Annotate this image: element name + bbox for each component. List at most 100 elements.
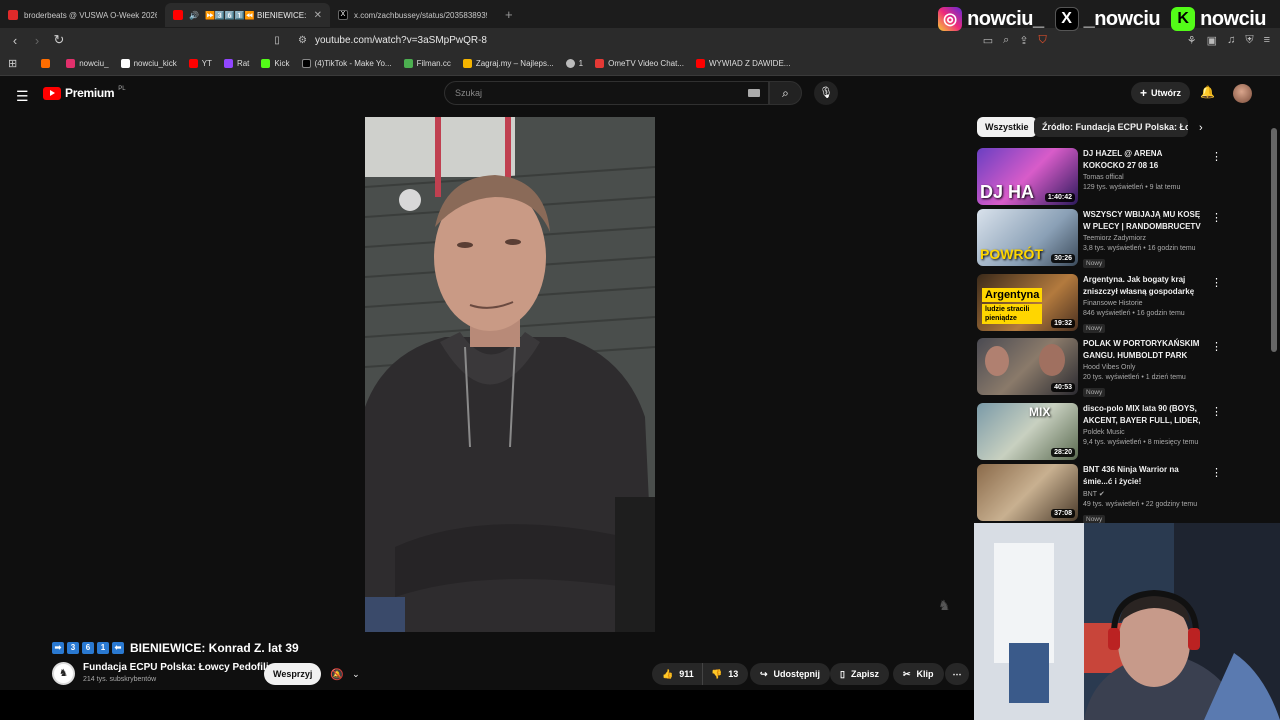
duration-badge: 40:53 <box>1051 383 1075 392</box>
mic-icon: 🎙 <box>819 87 833 99</box>
bookmark-item[interactable]: Zagraj.my – Najleps... <box>462 59 554 68</box>
logo-text: Premium <box>65 86 115 100</box>
apps-grid-icon[interactable]: ⊞ <box>8 57 17 70</box>
recommended-item[interactable]: DJ HA 1:40:42 DJ HAZEL @ ARENA KOKOCKO 2… <box>977 148 1267 206</box>
chip-source[interactable]: Źródło: Fundacja ECPU Polska: Łowcy Pedo… <box>1034 117 1188 137</box>
create-button[interactable]: + Utwórz <box>1131 82 1191 104</box>
reload-icon[interactable]: ↻ <box>48 32 70 48</box>
youtube-play-icon <box>43 86 61 100</box>
more-vert-icon[interactable]: ⋮ <box>1211 466 1222 479</box>
like-count: 911 <box>679 669 694 679</box>
bookmark-item[interactable]: Rat <box>223 59 249 68</box>
support-button[interactable]: Wesprzyj <box>264 663 322 685</box>
instagram-handle: nowciu_ <box>967 7 1044 30</box>
hamburger-menu-icon[interactable]: ☰ <box>16 88 29 105</box>
youtube-favicon-icon <box>173 10 183 20</box>
create-label: Utwórz <box>1151 88 1182 98</box>
speaker-icon[interactable]: 🔊 <box>189 11 199 20</box>
like-button[interactable]: 👍 911 <box>652 663 702 685</box>
forward-icon[interactable]: › <box>26 33 48 48</box>
notification-bell-button[interactable]: 🔕 ⌄ <box>323 663 367 685</box>
tab-x-status[interactable]: X x.com/zachbussey/status/2035838939 <box>330 3 495 27</box>
more-vert-icon[interactable]: ⋮ <box>1211 150 1222 163</box>
video-thumbnail[interactable]: POWRÓT 30:26 <box>977 209 1078 266</box>
site-info-icon[interactable]: ⚙ <box>298 35 307 46</box>
verified-icon: ✔ <box>1098 491 1105 498</box>
scrollbar[interactable] <box>1271 128 1277 352</box>
rec-meta: 9,4 tys. wyświetleń • 8 miesięcy temu <box>1083 439 1199 446</box>
rec-channel: Finansowe Historie <box>1083 300 1143 307</box>
recommended-item[interactable]: 40:53 POLAK W PORTORYKAŃSKIM GANGU. HUMB… <box>977 338 1267 397</box>
recommended-item[interactable]: MIX 28:20 disco-polo MIX lata 90 (BOYS, … <box>977 403 1267 461</box>
video-thumbnail[interactable]: Argentyna ludzie stracili pieniądze 19:3… <box>977 274 1078 331</box>
video-thumbnail[interactable]: DJ HA 1:40:42 <box>977 148 1078 205</box>
video-thumbnail[interactable]: 40:53 <box>977 338 1078 395</box>
duration-badge: 28:20 <box>1051 448 1075 457</box>
bookmark-item[interactable]: 1 <box>565 59 583 68</box>
save-label: Zapisz <box>850 669 879 679</box>
bookmark-item[interactable]: YT <box>188 59 212 68</box>
bookmark-item[interactable]: Kick <box>261 59 290 68</box>
chevron-down-icon: ⌄ <box>352 668 360 679</box>
bookmark-item[interactable]: OmeTV Video Chat... <box>595 59 684 68</box>
rec-channel: Poldek Music <box>1083 429 1125 436</box>
share-arrow-icon: ↪ <box>760 668 768 679</box>
duration-badge: 37:08 <box>1051 509 1075 518</box>
channel-avatar[interactable]: ♞ <box>52 662 75 685</box>
thumbs-up-icon: 👍 <box>662 668 674 679</box>
save-button[interactable]: ▯ Zapisz <box>830 663 889 685</box>
bookmark-item[interactable] <box>41 59 54 68</box>
avatar[interactable] <box>1233 84 1252 103</box>
bookmark-item[interactable]: (4)TikTok - Make Yo... <box>301 59 392 68</box>
recommended-item[interactable]: POWRÓT 30:26 WSZYSCY WBIJAJĄ MU KOSĘ W P… <box>977 209 1267 268</box>
tab-bieniewice[interactable]: 🔊 ⏩3️⃣6️⃣1️⃣⏪ BIENIEWICE: Konrad Z. lat … <box>165 3 330 27</box>
new-badge: Nowy <box>1083 259 1106 268</box>
channel-name[interactable]: Fundacja ECPU Polska: Łowcy Pedofili <box>83 662 269 673</box>
new-tab-button[interactable]: + <box>495 7 523 22</box>
bookmark-item[interactable]: WYWIAD Z DAWIDE... <box>695 59 790 68</box>
chevron-right-icon[interactable]: › <box>1199 122 1203 134</box>
chip-all[interactable]: Wszystkie <box>977 117 1037 137</box>
youtube-logo[interactable]: Premium PL <box>43 86 126 100</box>
bookmark-item[interactable]: Filman.cc <box>403 59 451 68</box>
new-badge: Nowy <box>1083 324 1106 333</box>
bookmark-icon[interactable]: ▯ <box>266 35 288 46</box>
more-vert-icon[interactable]: ⋮ <box>1211 340 1222 353</box>
search-icon: ⌕ <box>782 86 789 100</box>
rec-title: disco-polo MIX lata 90 (BOYS, AKCENT, BA… <box>1083 404 1201 425</box>
tab-broderbeats[interactable]: broderbeats @ VUSWA O-Week 2026 <box>0 3 165 27</box>
search-button[interactable]: ⌕ <box>769 81 802 105</box>
mic-button[interactable]: 🎙 <box>814 81 838 105</box>
bookmark-item[interactable]: nowciu_kick <box>120 59 177 68</box>
close-tab-icon[interactable]: ✕ <box>314 10 322 21</box>
thumbnail-text: Argentyna <box>982 288 1043 302</box>
clip-button[interactable]: ✂ Klip <box>893 663 944 685</box>
video-thumbnail[interactable]: 37:08 <box>977 464 1078 521</box>
duration-badge: 1:40:42 <box>1044 193 1075 202</box>
url-field[interactable]: youtube.com/watch?v=3aSMpPwQR-8 <box>315 35 983 46</box>
thumbnail-text: POWRÓT <box>980 246 1043 262</box>
keyboard-icon[interactable] <box>748 89 760 97</box>
dislike-button[interactable]: 👎 13 <box>702 663 749 685</box>
emoji-badge: ➡ <box>52 642 64 654</box>
bookmark-item[interactable]: nowciu_ <box>66 59 109 68</box>
more-vert-icon[interactable]: ⋮ <box>1211 276 1222 289</box>
more-vert-icon[interactable]: ⋮ <box>1211 405 1222 418</box>
video-thumbnail[interactable]: MIX 28:20 <box>977 403 1078 460</box>
rec-channel: Tomas offical <box>1083 174 1124 181</box>
share-button[interactable]: ↪ Udostępnij <box>750 663 831 685</box>
rec-title: BNT 436 Ninja Warrior na śmie...ć i życi… <box>1083 465 1179 486</box>
subscriber-count: 214 tys. subskrybentów <box>83 676 157 683</box>
search-input[interactable]: Szukaj <box>444 81 769 105</box>
instagram-icon: ◎ <box>938 7 963 31</box>
recommended-item[interactable]: 37:08 BNT 436 Ninja Warrior na śmie...ć … <box>977 464 1267 524</box>
recommended-item[interactable]: Argentyna ludzie stracili pieniądze 19:3… <box>977 274 1267 333</box>
dislike-count: 13 <box>728 669 739 679</box>
back-icon[interactable]: ‹ <box>4 33 26 48</box>
video-player[interactable] <box>365 117 655 632</box>
more-vert-icon[interactable]: ⋮ <box>1211 211 1222 224</box>
bell-off-icon: 🔕 <box>330 668 345 681</box>
bell-icon[interactable]: 🔔 <box>1200 85 1215 99</box>
more-actions-button[interactable]: ⋯ <box>945 663 969 685</box>
duration-badge: 19:32 <box>1051 319 1075 328</box>
